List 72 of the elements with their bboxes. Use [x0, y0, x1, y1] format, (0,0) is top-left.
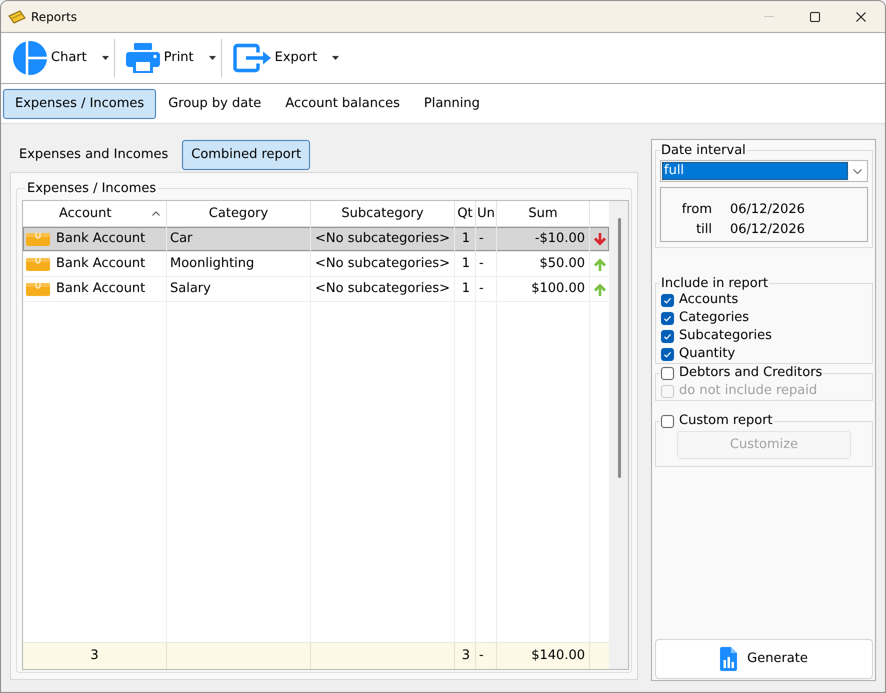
tab[interactable]: Planning — [412, 88, 492, 118]
date-value: 06/12/2026 — [730, 221, 806, 239]
export-button[interactable]: Export — [222, 35, 344, 81]
checkbox[interactable] — [661, 366, 674, 380]
chart-button[interactable]: Chart — [2, 35, 114, 81]
column-header[interactable]: Category — [167, 201, 311, 226]
chevron-down-icon — [852, 168, 862, 174]
printer-icon — [126, 43, 160, 73]
checkbox[interactable] — [661, 414, 674, 428]
account-name: Bank Account — [56, 230, 146, 248]
column-header[interactable]: Un — [476, 201, 497, 226]
date-value: 06/12/2026 — [730, 201, 806, 219]
total-unit: - — [476, 643, 497, 669]
scrollbar-thumb[interactable] — [618, 218, 621, 478]
checkbox[interactable] — [661, 294, 674, 306]
wallet-icon — [26, 257, 50, 271]
quantity-value: 1 — [455, 227, 476, 251]
dropdown[interactable]: full — [660, 160, 868, 182]
group-title: Expenses / Incomes — [26, 181, 158, 196]
category-name: Moonlighting — [167, 252, 311, 276]
column-header[interactable]: Sum — [497, 201, 590, 226]
account-name: Bank Account — [56, 255, 146, 274]
group-title: Date interval — [660, 143, 747, 158]
subcategory-name: <No subcategories> — [311, 252, 455, 276]
category-name: Car — [167, 227, 311, 251]
tab[interactable]: Expenses and Incomes — [10, 140, 178, 170]
date-label: from — [680, 201, 712, 219]
tab[interactable]: Group by date — [156, 88, 274, 118]
checkbox[interactable] — [661, 348, 674, 360]
wallet-icon — [26, 232, 50, 246]
date-label: till — [695, 221, 712, 239]
amount-value: -$10.00 — [497, 227, 590, 251]
checkbox-label[interactable]: Subcategories — [679, 328, 772, 344]
tab[interactable]: Combined report — [182, 140, 310, 170]
unit-value: - — [476, 277, 497, 301]
subcategory-name: <No subcategories> — [311, 227, 455, 251]
column-header[interactable]: Qt — [455, 201, 476, 226]
unit-value: - — [476, 252, 497, 276]
tab[interactable]: Account balances — [273, 88, 412, 118]
checkbox-label[interactable]: Quantity — [679, 346, 736, 362]
print-button[interactable]: Print — [114, 35, 221, 81]
checkbox[interactable] — [661, 330, 674, 342]
pie-chart-icon — [13, 41, 47, 75]
table-row[interactable]: Bank Account Moonlighting <No subcategories> 1 - $50.00 — [23, 252, 609, 277]
amount-value: $100.00 — [497, 277, 590, 301]
account-name: Bank Account — [56, 280, 146, 298]
unit-value: - — [476, 227, 497, 251]
total-count: 3 — [23, 643, 167, 669]
category-name: Salary — [167, 277, 311, 301]
total-amount: $140.00 — [497, 643, 590, 669]
table-row[interactable]: Bank Account Car <No subcategories> 1 - -$10.00 — [23, 227, 609, 252]
generate-button[interactable]: Generate — [655, 639, 873, 679]
amount-value: $50.00 — [497, 252, 590, 276]
checkbox-label[interactable]: Debtors and Creditors — [679, 365, 822, 381]
checkbox[interactable] — [661, 312, 674, 324]
table-row[interactable]: Bank Account Salary <No subcategories> 1 - $100.00 — [23, 277, 609, 302]
wallet-icon — [26, 282, 50, 296]
group-title: Include in report — [660, 276, 770, 291]
subcategory-name: <No subcategories> — [311, 277, 455, 301]
column-header[interactable]: Subcategory — [311, 201, 455, 226]
wallet-icon — [8, 10, 26, 24]
total-quantity: 3 — [455, 643, 476, 669]
export-icon — [232, 43, 271, 73]
tab[interactable]: Expenses / Incomes — [3, 88, 156, 118]
checkbox-label[interactable]: Accounts — [679, 292, 738, 308]
quantity-value: 1 — [455, 277, 476, 301]
window-title: Reports — [31, 8, 78, 24]
column-header[interactable]: Account — [23, 201, 167, 226]
checkbox-label[interactable]: Categories — [679, 310, 750, 326]
quantity-value: 1 — [455, 252, 476, 276]
checkbox-label[interactable]: Custom report — [679, 413, 773, 429]
report-icon — [720, 647, 738, 671]
